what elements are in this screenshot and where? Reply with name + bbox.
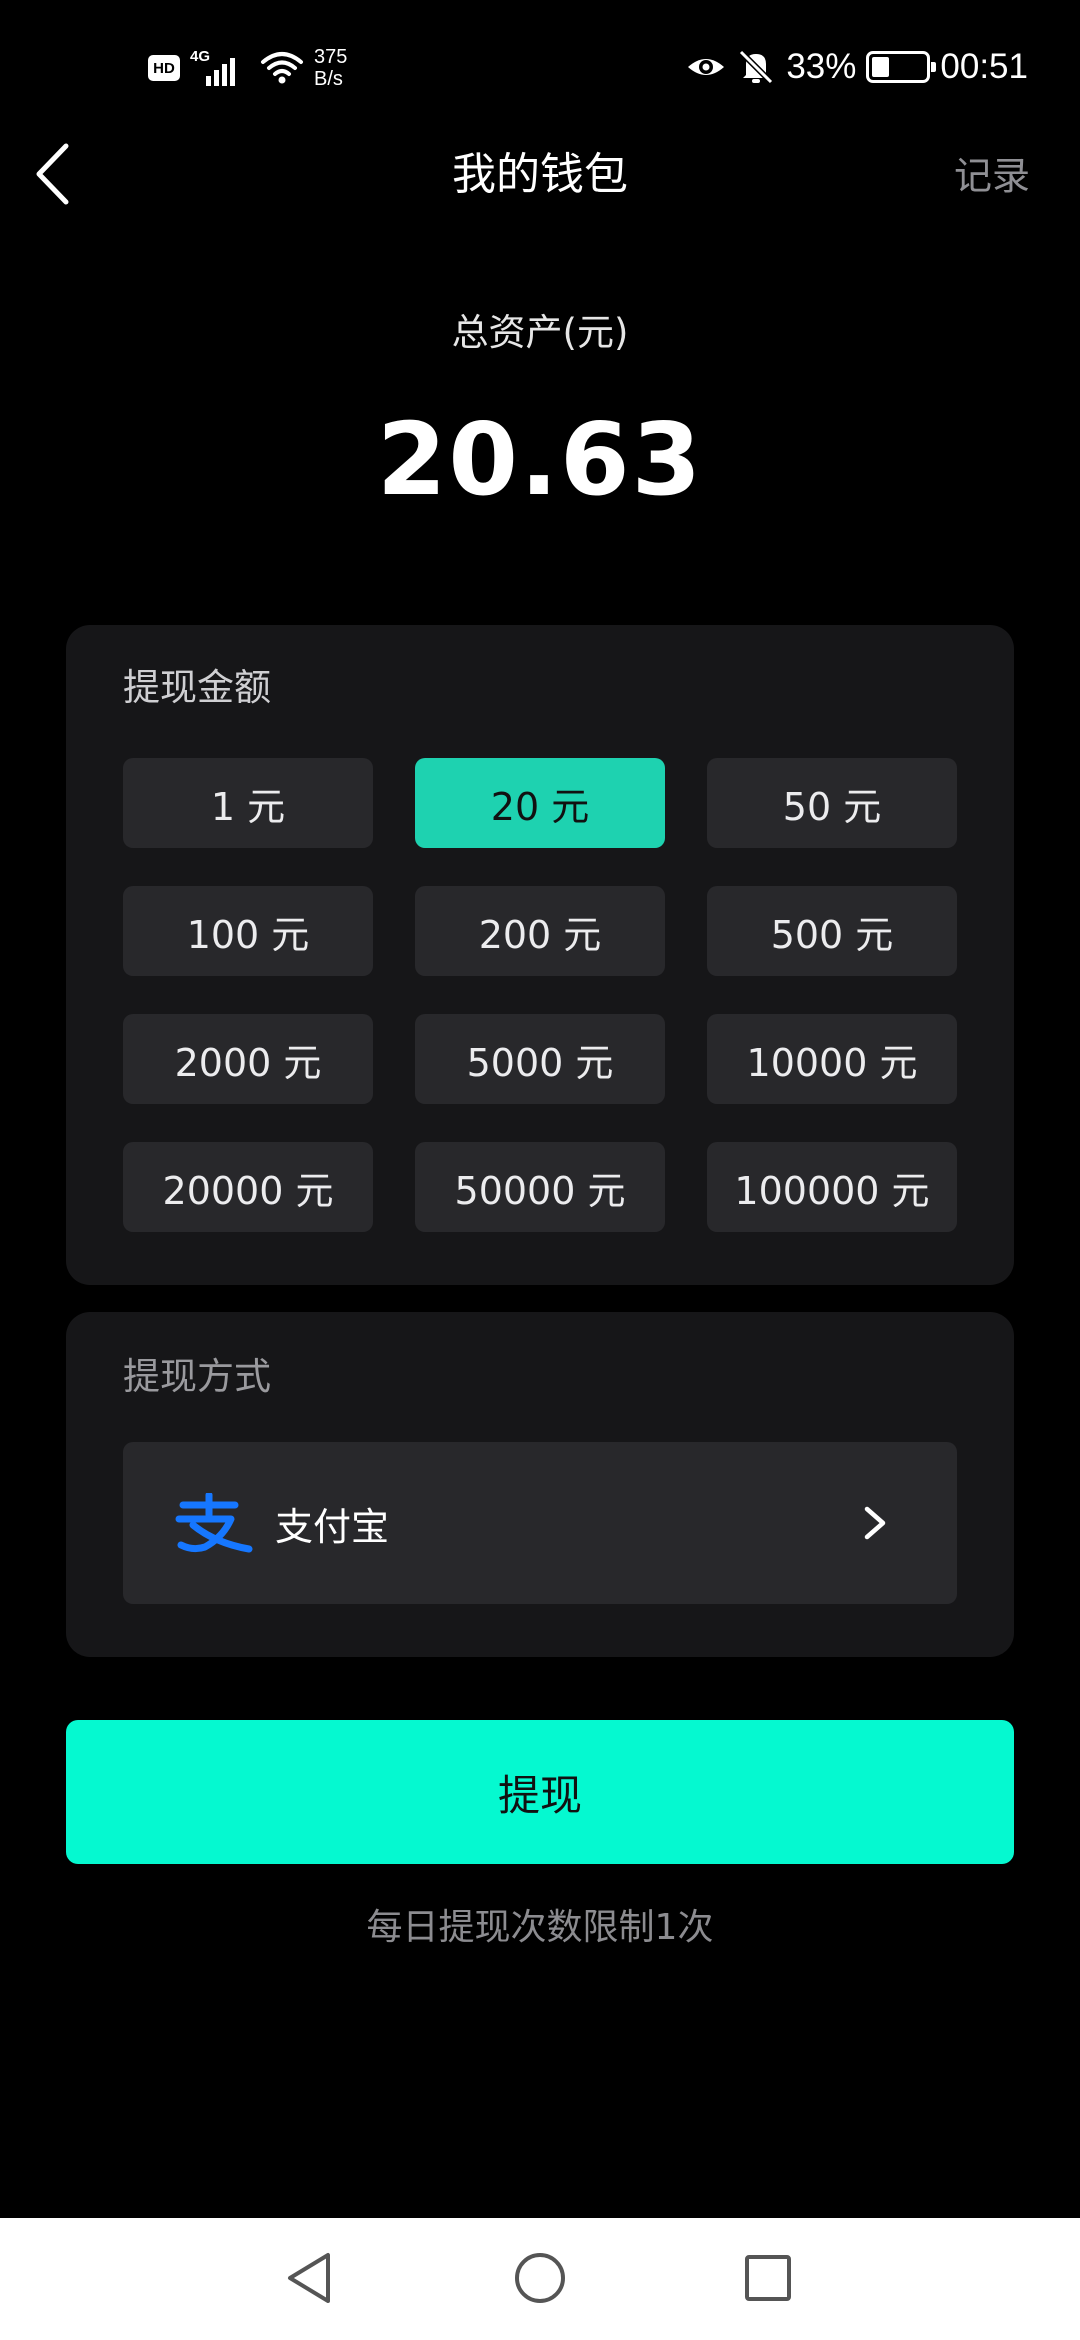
withdraw-button[interactable]: 提现 — [66, 1720, 1014, 1864]
battery-icon — [866, 51, 937, 83]
status-bar: HD 4G 375 B/s 33% 00:51 — [0, 0, 1080, 130]
amount-option[interactable]: 20000 元 — [123, 1142, 373, 1232]
alipay-label: 支付宝 — [275, 1504, 390, 1549]
amount-option[interactable]: 50 元 — [707, 758, 957, 848]
amount-options-grid: 1 元 20 元 50 元 100 元 200 元 500 元 2000 元 5000 元 10… — [123, 758, 957, 1232]
amount-option[interactable]: 10000 元 — [707, 1014, 957, 1104]
network-speed: 375 B/s — [314, 46, 347, 90]
chevron-right-icon — [864, 1506, 886, 1540]
nav-home-button[interactable] — [510, 2248, 570, 2308]
withdraw-method-card: 提现方式 支付宝 — [66, 1312, 1014, 1657]
wifi-icon — [261, 52, 303, 84]
withdraw-method-title: 提现方式 — [123, 1355, 271, 1398]
records-link[interactable]: 记录 — [954, 146, 1030, 206]
daily-limit-note: 每日提现次数限制1次 — [366, 1907, 714, 1948]
amount-option[interactable]: 500 元 — [707, 886, 957, 976]
total-assets-value: 20.63 — [376, 401, 704, 518]
page-title: 我的钱包 — [452, 149, 628, 200]
amount-option[interactable]: 2000 元 — [123, 1014, 373, 1104]
clock: 00:51 — [940, 47, 1028, 86]
battery-percent: 33% — [786, 47, 857, 86]
amount-option[interactable]: 5000 元 — [415, 1014, 665, 1104]
network-speed-unit: B/s — [314, 68, 343, 90]
amount-option[interactable]: 100000 元 — [707, 1142, 957, 1232]
bell-off-icon — [739, 49, 774, 85]
network-speed-value: 375 — [314, 46, 348, 68]
battery-fill — [872, 57, 890, 77]
nav-back-icon — [288, 2253, 330, 2303]
nav-back-button[interactable] — [279, 2248, 339, 2308]
alipay-icon — [175, 1493, 253, 1553]
amount-option[interactable]: 20 元 — [415, 758, 665, 848]
withdraw-amount-card: 提现金额 1 元 20 元 50 元 100 元 200 元 500 元 2000 元 500… — [66, 625, 1014, 1285]
system-nav-bar — [0, 2218, 1080, 2340]
alipay-method-row[interactable]: 支付宝 — [123, 1442, 957, 1604]
nav-recents-icon — [745, 2255, 791, 2301]
eye-icon — [688, 59, 725, 75]
nav-recents-button[interactable] — [738, 2248, 798, 2308]
amount-option[interactable]: 200 元 — [415, 886, 665, 976]
hd-icon: HD — [148, 55, 180, 81]
amount-option[interactable]: 50000 元 — [415, 1142, 665, 1232]
status-left: HD 4G 375 B/s — [148, 40, 347, 96]
total-assets-label: 总资产(元) — [451, 311, 629, 354]
withdraw-amount-title: 提现金额 — [123, 666, 271, 709]
nav-home-icon — [515, 2253, 565, 2303]
amount-option[interactable]: 1 元 — [123, 758, 373, 848]
signal-icon: 4G — [190, 48, 250, 88]
amount-option[interactable]: 100 元 — [123, 886, 373, 976]
status-right: 33% 00:51 — [686, 42, 1028, 92]
